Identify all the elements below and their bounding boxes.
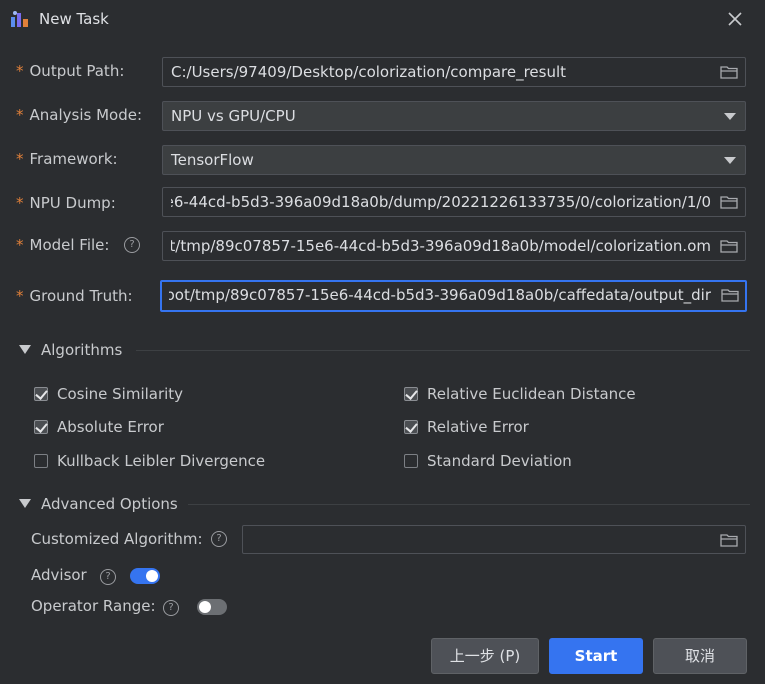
- cancel-button[interactable]: 取消: [653, 638, 747, 674]
- relative-error-label: Relative Error: [427, 418, 529, 436]
- advisor-label: Advisor: [31, 566, 87, 584]
- output-path-value: C:/Users/97409/Desktop/colorization/comp…: [171, 63, 567, 81]
- relative-euclidean-distance-checkbox[interactable]: [404, 387, 418, 401]
- advisor-toggle[interactable]: [130, 568, 160, 584]
- help-icon[interactable]: ?: [163, 600, 179, 616]
- analysis-mode-select[interactable]: NPU vs GPU/CPU: [162, 101, 746, 131]
- model-file-label: * Model File:: [16, 236, 110, 254]
- framework-select[interactable]: TensorFlow: [162, 145, 746, 175]
- kullback-leibler-divergence-label: Kullback Leibler Divergence: [57, 452, 266, 470]
- cosine-similarity-label: Cosine Similarity: [57, 385, 184, 403]
- folder-icon[interactable]: [720, 65, 738, 79]
- section-divider: [188, 504, 750, 505]
- operator-range-toggle[interactable]: [197, 599, 227, 615]
- output-path-label: * Output Path:: [16, 62, 125, 80]
- relative-euclidean-distance-label: Relative Euclidean Distance: [427, 385, 636, 403]
- tool-logo-icon: [11, 11, 28, 27]
- start-button[interactable]: Start: [549, 638, 643, 674]
- standard-deviation-checkbox[interactable]: [404, 454, 418, 468]
- framework-label: * Framework:: [16, 150, 118, 168]
- customized-algorithm-field[interactable]: [242, 525, 746, 554]
- collapse-triangle-icon: [19, 499, 31, 508]
- advanced-options-title: Advanced Options: [41, 495, 178, 513]
- collapse-triangle-icon: [19, 345, 31, 354]
- npu-dump-field[interactable]: 5e6-44cd-b5d3-396a09d18a0b/dump/20221226…: [162, 187, 746, 217]
- section-divider: [136, 350, 750, 351]
- algorithms-title: Algorithms: [41, 341, 123, 359]
- chevron-down-icon: [724, 113, 736, 120]
- analysis-mode-label: * Analysis Mode:: [16, 106, 142, 124]
- ground-truth-value: root/tmp/89c07857-15e6-44cd-b5d3-396a09d…: [169, 286, 711, 304]
- previous-button[interactable]: 上一步 (P): [431, 638, 539, 674]
- output-path-field[interactable]: C:/Users/97409/Desktop/colorization/comp…: [162, 57, 746, 87]
- title-bar: New Task: [0, 0, 765, 38]
- help-icon[interactable]: ?: [100, 569, 116, 585]
- help-icon[interactable]: ?: [211, 531, 227, 547]
- operator-range-label: Operator Range:: [31, 597, 156, 615]
- advanced-options-section-toggle[interactable]: Advanced Options: [19, 495, 178, 513]
- absolute-error-label: Absolute Error: [57, 418, 164, 436]
- close-icon[interactable]: [724, 8, 746, 30]
- ground-truth-label: * Ground Truth:: [16, 287, 133, 305]
- npu-dump-value: 5e6-44cd-b5d3-396a09d18a0b/dump/20221226…: [171, 193, 711, 211]
- help-icon[interactable]: ?: [124, 237, 140, 253]
- analysis-mode-value: NPU vs GPU/CPU: [171, 107, 296, 125]
- framework-value: TensorFlow: [171, 151, 254, 169]
- cosine-similarity-checkbox[interactable]: [34, 387, 48, 401]
- algorithms-section-toggle[interactable]: Algorithms: [19, 341, 122, 359]
- folder-icon[interactable]: [721, 288, 739, 302]
- ground-truth-field[interactable]: root/tmp/89c07857-15e6-44cd-b5d3-396a09d…: [160, 280, 747, 312]
- toggle-knob: [199, 601, 211, 613]
- customized-algorithm-label: Customized Algorithm:: [31, 530, 203, 548]
- folder-icon[interactable]: [720, 533, 738, 547]
- required-mark: *: [16, 62, 24, 80]
- toggle-knob: [146, 570, 158, 582]
- window-title: New Task: [39, 10, 109, 28]
- standard-deviation-label: Standard Deviation: [427, 452, 572, 470]
- kullback-leibler-divergence-checkbox[interactable]: [34, 454, 48, 468]
- folder-icon[interactable]: [720, 195, 738, 209]
- model-file-field[interactable]: ot/tmp/89c07857-15e6-44cd-b5d3-396a09d18…: [162, 231, 746, 261]
- chevron-down-icon: [724, 157, 736, 164]
- folder-icon[interactable]: [720, 239, 738, 253]
- model-file-value: ot/tmp/89c07857-15e6-44cd-b5d3-396a09d18…: [171, 237, 711, 255]
- absolute-error-checkbox[interactable]: [34, 420, 48, 434]
- relative-error-checkbox[interactable]: [404, 420, 418, 434]
- npu-dump-label: * NPU Dump:: [16, 194, 116, 212]
